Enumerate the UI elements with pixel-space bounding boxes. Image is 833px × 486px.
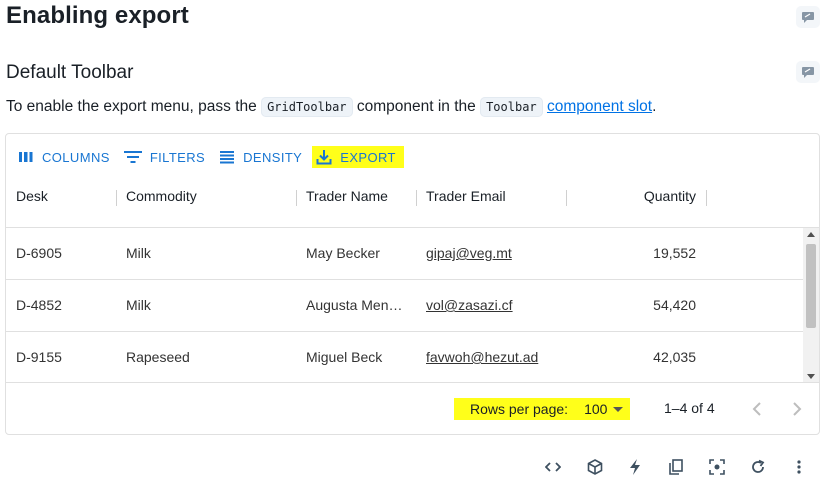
table-row[interactable]: D-6905 Milk May Becker gipaj@veg.mt 19,5… <box>6 228 803 280</box>
page-title: Enabling export <box>6 2 189 29</box>
cell-trader-email[interactable]: gipaj@veg.mt <box>426 245 512 261</box>
footer-divider <box>6 382 819 383</box>
cell-trader-name: Miguel Beck <box>306 349 383 365</box>
columns-icon <box>19 152 33 162</box>
cell-trader-email[interactable]: vol@zasazi.cf <box>426 297 513 313</box>
grid-footer: Rows per page: 100 1–4 of 4 <box>6 384 819 434</box>
cell-commodity: Milk <box>126 245 151 261</box>
reset-icon[interactable] <box>747 456 769 478</box>
intro-paragraph: To enable the export menu, pass the Grid… <box>6 97 657 117</box>
previous-page-button[interactable] <box>746 398 768 420</box>
cell-commodity: Milk <box>126 297 151 313</box>
column-header-desk[interactable]: Desk <box>16 188 48 204</box>
intro-text: . <box>652 98 657 115</box>
chevron-left-icon <box>752 402 761 416</box>
inline-code: GridToolbar <box>261 97 353 117</box>
table-row[interactable]: D-4852 Milk Augusta Men… vol@zasazi.cf 5… <box>6 280 803 332</box>
copy-icon[interactable] <box>665 456 687 478</box>
intro-text: To enable the export menu, pass the <box>6 98 262 115</box>
caret-down-icon <box>613 406 624 412</box>
data-grid: COLUMNS FILTERS DENSITY EXPORT Desk Comm… <box>5 133 820 435</box>
inline-code: Toolbar <box>480 97 543 117</box>
scroll-up-arrow-icon[interactable] <box>807 232 815 237</box>
cell-trader-name: May Becker <box>306 245 380 261</box>
vertical-scrollbar[interactable] <box>803 228 819 383</box>
feedback-icon <box>802 67 814 78</box>
export-button[interactable]: EXPORT <box>312 146 404 168</box>
rows-per-page-select[interactable]: 100 <box>584 401 624 417</box>
cell-quantity: 42,035 <box>653 349 696 365</box>
columns-button[interactable]: COLUMNS <box>14 146 114 168</box>
grid-toolbar: COLUMNS FILTERS DENSITY EXPORT <box>14 146 410 168</box>
column-separator[interactable] <box>416 190 417 206</box>
cell-commodity: Rapeseed <box>126 349 190 365</box>
section-title: Default Toolbar <box>6 62 134 83</box>
rows-per-page-label: Rows per page: <box>470 401 569 417</box>
column-separator[interactable] <box>706 190 707 206</box>
column-separator[interactable] <box>116 190 117 206</box>
component-slot-link[interactable]: component slot <box>547 98 652 115</box>
cell-quantity: 19,552 <box>653 245 696 261</box>
reset-focus-icon[interactable] <box>706 456 728 478</box>
intro-text: component in the <box>352 98 481 115</box>
column-header-commodity[interactable]: Commodity <box>126 188 197 204</box>
chevron-right-icon <box>793 402 802 416</box>
cell-trader-name: Augusta Men… <box>306 297 403 313</box>
export-label: EXPORT <box>340 149 396 165</box>
cell-trader-email[interactable]: favwoh@hezut.ad <box>426 349 538 365</box>
codesandbox-icon[interactable] <box>584 456 606 478</box>
feedback-button[interactable] <box>796 6 820 28</box>
scroll-thumb[interactable] <box>806 244 816 328</box>
density-button[interactable]: DENSITY <box>215 146 306 168</box>
feedback-icon <box>802 12 814 23</box>
column-separator[interactable] <box>296 190 297 206</box>
cell-desk: D-6905 <box>16 245 62 261</box>
more-icon[interactable] <box>788 456 810 478</box>
next-page-button[interactable] <box>786 398 808 420</box>
download-icon <box>316 150 332 165</box>
cell-desk: D-4852 <box>16 297 62 313</box>
filters-label: FILTERS <box>149 149 206 165</box>
columns-label: COLUMNS <box>42 149 110 165</box>
column-header-quantity[interactable]: Quantity <box>606 188 696 204</box>
column-header-trader-name[interactable]: Trader Name <box>306 188 388 204</box>
column-separator[interactable] <box>566 190 567 206</box>
cell-desk: D-9155 <box>16 349 62 365</box>
scroll-down-arrow-icon[interactable] <box>807 374 815 379</box>
stackblitz-icon[interactable] <box>624 456 646 478</box>
filters-button[interactable]: FILTERS <box>120 146 209 168</box>
filter-icon <box>123 151 142 163</box>
page-info: 1–4 of 4 <box>664 400 715 416</box>
density-label: DENSITY <box>243 149 303 165</box>
rows-per-page-value: 100 <box>584 401 608 417</box>
section-feedback-button[interactable] <box>796 61 820 83</box>
rows-per-page: Rows per page: 100 <box>454 398 630 420</box>
column-header-trader-email[interactable]: Trader Email <box>426 188 506 204</box>
cell-quantity: 54,420 <box>653 297 696 313</box>
table-row[interactable]: D-9155 Rapeseed Miguel Beck favwoh@hezut… <box>6 332 803 384</box>
code-icon[interactable] <box>542 456 564 478</box>
density-icon <box>220 151 235 164</box>
